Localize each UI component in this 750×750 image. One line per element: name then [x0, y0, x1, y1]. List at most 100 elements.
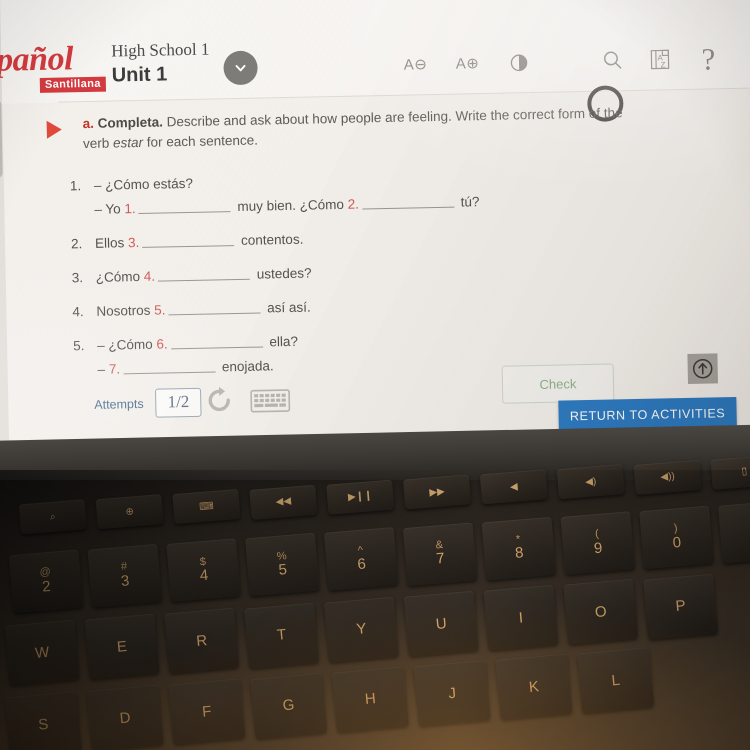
- sentence-text: enojada.: [217, 358, 274, 375]
- sentence-text: contentos.: [237, 231, 304, 249]
- volume-down-icon[interactable]: ◀): [556, 464, 625, 500]
- activity-instruction: a. Completa. Describe and ask about how …: [46, 103, 647, 155]
- keyboard-backlight-icon[interactable]: ⌨: [172, 489, 241, 525]
- blank-number: 4.: [143, 268, 156, 284]
- sentence-text: Ellos: [94, 235, 129, 251]
- exercise-line: – Yo 1. muy bien. ¿Cómo 2. tú?: [94, 189, 648, 219]
- app-header: spañol Santillana High School 1 Unit 1 A…: [0, 0, 750, 104]
- key-F[interactable]: F: [168, 678, 246, 745]
- key-J[interactable]: J: [413, 659, 491, 727]
- contrast-icon[interactable]: [499, 43, 538, 82]
- on-screen-keyboard-icon[interactable]: [250, 388, 291, 414]
- key-T[interactable]: T: [244, 602, 320, 669]
- key-4[interactable]: $4: [166, 538, 241, 603]
- play-triangle-icon: [46, 120, 62, 139]
- activity-letter: a.: [82, 115, 95, 132]
- volume-up-icon[interactable]: ◀)): [633, 459, 702, 495]
- help-button[interactable]: ?: [689, 39, 728, 78]
- key-O[interactable]: O: [563, 579, 639, 645]
- fast-forward-icon[interactable]: ▶▶: [402, 474, 472, 510]
- return-label: RETURN TO ACTIVITIES: [569, 405, 726, 423]
- exercise-line: ¿Cómo 4. ustedes?: [96, 257, 650, 287]
- course-title-block: High School 1 Unit 1: [111, 40, 210, 88]
- answer-blank-input[interactable]: [361, 193, 455, 210]
- exercise-item-lines: Ellos 3. contentos.: [95, 223, 649, 253]
- sentence-text: tú?: [456, 194, 480, 210]
- activity-body: a. Completa. Describe and ask about how …: [46, 103, 737, 432]
- key-W[interactable]: W: [4, 619, 80, 686]
- answer-blank-input[interactable]: [168, 299, 261, 316]
- sentence-text: – Yo: [94, 201, 125, 217]
- exercise-item-lines: Nosotros 5. así así.: [96, 291, 650, 321]
- sentence-text: muy bien. ¿Cómo: [233, 196, 348, 215]
- key-5[interactable]: % 5: [245, 532, 320, 597]
- search-icon[interactable]: [593, 41, 632, 80]
- accessibility-toolbar: A⊖ A⊕ A Z ?: [393, 39, 734, 86]
- instruction-part-2: for each sentence.: [142, 132, 259, 150]
- check-label: Check: [539, 375, 577, 392]
- sentence-text: – ¿Cómo estás?: [93, 175, 194, 193]
- exercise-item: 3. ¿Cómo 4. ustedes?: [72, 257, 650, 288]
- increase-font-button[interactable]: A⊕: [445, 44, 490, 83]
- exercise-item-number: 5.: [72, 338, 85, 354]
- exercise-item-lines: – ¿Cómo estás? – Yo 1. muy bien. ¿Cómo 2.…: [94, 165, 649, 219]
- key-0[interactable]: ) 0: [639, 505, 714, 569]
- key-G[interactable]: G: [250, 672, 328, 739]
- key-Y[interactable]: Y: [323, 596, 399, 663]
- lock-icon[interactable]: ▯: [710, 454, 750, 490]
- photo-scene: spañol Santillana High School 1 Unit 1 A…: [0, 0, 750, 750]
- key-6[interactable]: ^ 6: [323, 527, 399, 592]
- key-2[interactable]: @2: [8, 549, 84, 614]
- exercise-item: 1. – ¿Cómo estás? – Yo 1. muy bien. ¿Cómo …: [70, 165, 649, 220]
- key-D[interactable]: D: [86, 684, 164, 750]
- key-8[interactable]: * 8: [481, 516, 557, 581]
- instruction-verb: estar: [112, 134, 144, 151]
- exercise-item: 2. Ellos 3. contentos.: [71, 223, 649, 254]
- answer-blank-input[interactable]: [122, 358, 216, 375]
- key-–[interactable]: _–: [717, 499, 750, 564]
- blank-number: 1.: [124, 201, 136, 217]
- answer-blank-input[interactable]: [157, 265, 251, 282]
- exercise-line: Nosotros 5. así así.: [96, 291, 650, 321]
- key-7[interactable]: & 7: [402, 521, 478, 586]
- key-K[interactable]: K: [495, 653, 573, 720]
- help-label: ?: [701, 40, 716, 77]
- sentence-text: ustedes?: [252, 265, 312, 282]
- decrease-font-button[interactable]: A⊖: [393, 45, 438, 84]
- key-9[interactable]: (9: [560, 510, 635, 575]
- key-3[interactable]: #3: [87, 543, 163, 608]
- key-S[interactable]: S: [4, 691, 82, 750]
- check-button[interactable]: Check: [501, 363, 615, 404]
- reset-circular-arrow-icon[interactable]: [204, 385, 235, 416]
- key-I[interactable]: I: [483, 584, 559, 651]
- answer-blank-input[interactable]: [142, 232, 235, 248]
- answer-blank-input[interactable]: [138, 198, 231, 214]
- course-level: High School 1: [111, 39, 210, 61]
- instruction-text: a. Completa. Describe and ask about how …: [82, 103, 647, 154]
- sentence-text: así así.: [263, 299, 311, 316]
- key-P[interactable]: P: [643, 573, 719, 640]
- chevron-down-icon[interactable]: [223, 50, 258, 86]
- rewind-icon[interactable]: ◀◀: [249, 484, 318, 520]
- play-pause-icon[interactable]: ▶❙❙: [326, 479, 395, 515]
- exercise-item-number: 1.: [69, 178, 82, 194]
- scroll-to-top-arrow-icon[interactable]: [687, 353, 719, 384]
- sentence-text: – ¿Cómo: [96, 336, 157, 353]
- sentence-text: ¿Cómo: [95, 268, 144, 285]
- mute-icon[interactable]: ◀: [479, 469, 549, 505]
- dictionary-az-icon[interactable]: A Z: [641, 40, 680, 79]
- key-R[interactable]: R: [164, 607, 240, 674]
- key-E[interactable]: E: [84, 613, 160, 680]
- blank-number: 6.: [156, 336, 168, 352]
- key-L[interactable]: L: [577, 647, 655, 714]
- exercise-line: Ellos 3. contentos.: [95, 223, 649, 253]
- exercise-item-number: 3.: [71, 270, 84, 286]
- answer-blank-input[interactable]: [170, 333, 263, 350]
- attempts-value: 1/2: [155, 387, 202, 418]
- sentence-text: ella?: [265, 333, 299, 350]
- key-U[interactable]: U: [403, 590, 479, 657]
- key-H[interactable]: H: [331, 666, 409, 733]
- globe-icon[interactable]: ⊕: [95, 494, 164, 530]
- attempts-indicator: Attempts 1/2: [94, 387, 202, 419]
- search-icon[interactable]: ⌕: [18, 499, 87, 535]
